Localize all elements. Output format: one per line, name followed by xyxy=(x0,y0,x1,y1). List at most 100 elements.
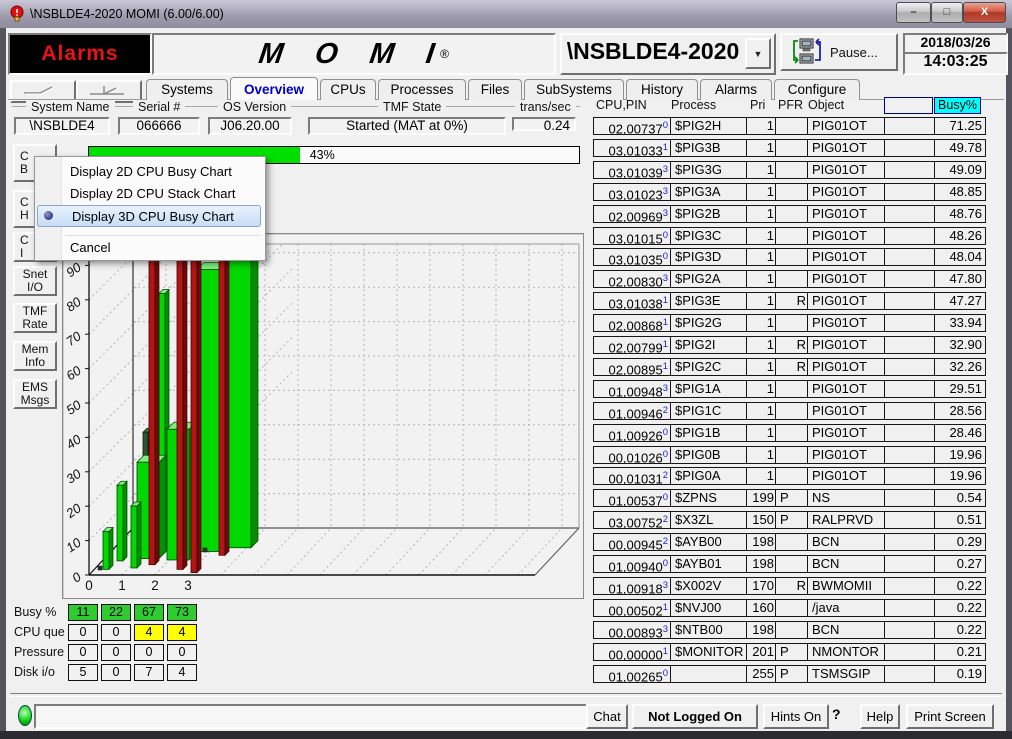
chart-bar-green xyxy=(131,506,137,568)
cpu-pin-cell: 03,010393 xyxy=(593,161,672,179)
menu-item-3d-busy[interactable]: Display 3D CPU Busy Chart xyxy=(37,205,261,227)
process-table-row[interactable]: 02,007991$PIG2I1RPIG01OT32.90 xyxy=(593,336,985,355)
column-header[interactable]: PFR xyxy=(778,98,803,112)
login-status-button[interactable]: Not Logged On xyxy=(632,704,758,729)
process-table-row[interactable]: 01,009260$PIG1B1PIG01OT28.46 xyxy=(593,424,985,443)
process-table-row[interactable]: 02,009693$PIG2B1PIG01OT48.76 xyxy=(593,205,985,224)
process-cell: $PIG1A xyxy=(670,380,751,398)
cpu-stats-cell: 0 xyxy=(101,624,131,641)
column-header[interactable]: CPU,PIN xyxy=(596,98,647,112)
process-table-row[interactable]: 01,009183$X002V170RBWMOMII0.22 xyxy=(593,577,985,596)
process-table-row[interactable]: 01,002650255PTSMSGIP0.19 xyxy=(593,665,985,684)
process-table-row[interactable]: 00,005021$NVJ00160/java0.22 xyxy=(593,599,985,618)
pri-cell: 170 xyxy=(746,577,778,595)
process-table-row[interactable]: 03,010150$PIG3C1PIG01OT48.26 xyxy=(593,227,985,246)
column-header[interactable]: Object xyxy=(808,98,844,112)
pfr-cell xyxy=(775,117,811,135)
cpu-pin-cell: 00,009452 xyxy=(593,533,672,551)
process-table-row[interactable]: 01,009400$AYB01198BCN0.27 xyxy=(593,555,985,574)
title-bar[interactable]: \NSBLDE4-2020 MOMI (6.00/6.00) – □ X xyxy=(0,0,1012,29)
object-cell: BCN xyxy=(807,621,889,639)
process-table-row[interactable]: 01,009483$PIG1A1PIG01OT29.51 xyxy=(593,380,985,399)
process-cell: $PIG2A xyxy=(670,270,751,288)
process-table-row[interactable]: 01,005370$ZPNS199PNS0.54 xyxy=(593,489,985,508)
process-table-row[interactable]: 03,010233$PIG3A1PIG01OT48.85 xyxy=(593,183,985,202)
column-header[interactable]: Process xyxy=(671,98,716,112)
process-table-row[interactable]: 00,009452$AYB00198BCN0.29 xyxy=(593,533,985,552)
cpu-stats-row-label: Pressure xyxy=(14,645,68,659)
chart-bar-green xyxy=(117,485,123,561)
process-cell: $PIG2B xyxy=(670,205,751,223)
cpu-pin-cell: 01,002650 xyxy=(593,665,672,683)
alarms-indicator[interactable]: Alarms xyxy=(8,33,152,75)
maximize-button[interactable]: □ xyxy=(931,2,963,23)
blank-cell xyxy=(884,292,935,310)
process-table-row[interactable]: 02,007370$PIG2H1PIG01OT71.25 xyxy=(593,117,985,136)
minimize-button[interactable]: – xyxy=(896,2,931,23)
pri-cell: 1 xyxy=(746,424,778,442)
process-cell: $PIG3E xyxy=(670,292,751,310)
sidebar-button-snet-io[interactable]: SnetI/O xyxy=(13,266,57,296)
process-table-row[interactable]: 00,008933$NTB00198BCN0.22 xyxy=(593,621,985,640)
cpu-stats-row-label: CPU que xyxy=(14,625,68,639)
cpu-pin-cell: 03,010381 xyxy=(593,292,672,310)
cpu-busy-3d-chart[interactable]: 01020304050607080900123 xyxy=(62,233,584,599)
column-header[interactable]: Pri xyxy=(750,98,765,112)
blank-cell xyxy=(884,336,935,354)
process-table-row[interactable]: 01,009462$PIG1C1PIG01OT28.56 xyxy=(593,402,985,421)
tab-cpus[interactable]: CPUs xyxy=(320,79,376,100)
os-version-value: J06.20.00 xyxy=(208,117,292,135)
cpu-pin-cell: 01,009400 xyxy=(593,555,672,573)
help-button[interactable]: Help xyxy=(860,704,900,729)
sidebar-button-ems-msgs[interactable]: EMSMsgs xyxy=(13,379,57,409)
system-selector-value: \NSBLDE4-2020 xyxy=(566,37,740,66)
process-table-row[interactable]: 03,010381$PIG3E1RPIG01OT47.27 xyxy=(593,292,985,311)
process-table-row[interactable]: 03,007522$X3ZL150PRALPRVD0.51 xyxy=(593,511,985,530)
object-cell: BCN xyxy=(807,533,889,551)
pause-button[interactable]: Pause... xyxy=(780,33,898,71)
system-selector[interactable]: \NSBLDE4-2020 ▼ xyxy=(560,33,776,75)
menu-item-2d-stack[interactable]: Display 2D CPU Stack Chart xyxy=(36,183,260,205)
process-table-row[interactable]: 03,010350$PIG3D1PIG01OT48.04 xyxy=(593,248,985,267)
cpu-stats-row-label: Busy % xyxy=(14,605,68,619)
hints-button[interactable]: Hints On xyxy=(763,704,829,729)
y-axis-tick-label: 70 xyxy=(63,328,84,349)
process-table-row[interactable]: 03,010331$PIG3B1PIG01OT49.78 xyxy=(593,139,985,158)
busy-pct-cell: 49.78 xyxy=(934,139,986,157)
column-header-busy-sorted[interactable]: Busy% xyxy=(934,97,981,114)
close-button[interactable]: X xyxy=(963,2,1006,23)
tab-overview[interactable]: Overview xyxy=(230,77,318,100)
sidebar-button-mem-info[interactable]: MemInfo xyxy=(13,341,57,371)
cpu-pin-cell: 01,009183 xyxy=(593,577,672,595)
sidebar-button-label: I/O xyxy=(15,281,55,294)
pri-cell: 1 xyxy=(746,248,778,266)
tab-files[interactable]: Files xyxy=(468,79,522,100)
process-table-row[interactable]: 00,010312$PIG0A1PIG01OT19.96 xyxy=(593,467,985,486)
window-title: \NSBLDE4-2020 MOMI (6.00/6.00) xyxy=(30,7,224,21)
menu-item-2d-busy[interactable]: Display 2D CPU Busy Chart xyxy=(36,161,260,183)
tab-processes[interactable]: Processes xyxy=(378,79,466,100)
serial-label: Serial # xyxy=(133,100,185,114)
system-selector-dropdown-button[interactable]: ▼ xyxy=(745,38,771,69)
process-table-row[interactable]: 02,008681$PIG2G1PIG01OT33.94 xyxy=(593,314,985,333)
sidebar-button-tmf-rate[interactable]: TMFRate xyxy=(13,303,57,333)
process-table-row[interactable]: 03,010393$PIG3G1PIG01OT49.09 xyxy=(593,161,985,180)
menu-item-cancel[interactable]: Cancel xyxy=(36,237,260,259)
object-cell: PIG01OT xyxy=(807,183,889,201)
print-screen-button[interactable]: Print Screen xyxy=(906,704,994,729)
object-cell: PIG01OT xyxy=(807,161,889,179)
chat-button[interactable]: Chat xyxy=(586,704,628,729)
process-table-row[interactable]: 02,008951$PIG2C1RPIG01OT32.26 xyxy=(593,358,985,377)
alarms-label: Alarms xyxy=(41,42,118,66)
cpu-pin-cell: 02,008681 xyxy=(593,314,672,332)
object-cell: TSMSGIP xyxy=(807,665,889,683)
process-table-row[interactable]: 00,000001$MONITOR201PNMONTOR0.21 xyxy=(593,643,985,662)
process-table-row[interactable]: 00,010260$PIG0B1PIG01OT19.96 xyxy=(593,446,985,465)
process-table-row[interactable]: 02,008303$PIG2A1PIG01OT47.80 xyxy=(593,270,985,289)
column-header-blank[interactable] xyxy=(884,97,933,114)
object-cell: PIG01OT xyxy=(807,227,889,245)
question-mark-button[interactable]: ? xyxy=(832,706,841,722)
app-window: \NSBLDE4-2020 MOMI (6.00/6.00) – □ X Ala… xyxy=(0,0,1012,739)
y-axis-tick-label: 20 xyxy=(63,500,84,522)
tab-systems[interactable]: Systems xyxy=(146,79,228,100)
